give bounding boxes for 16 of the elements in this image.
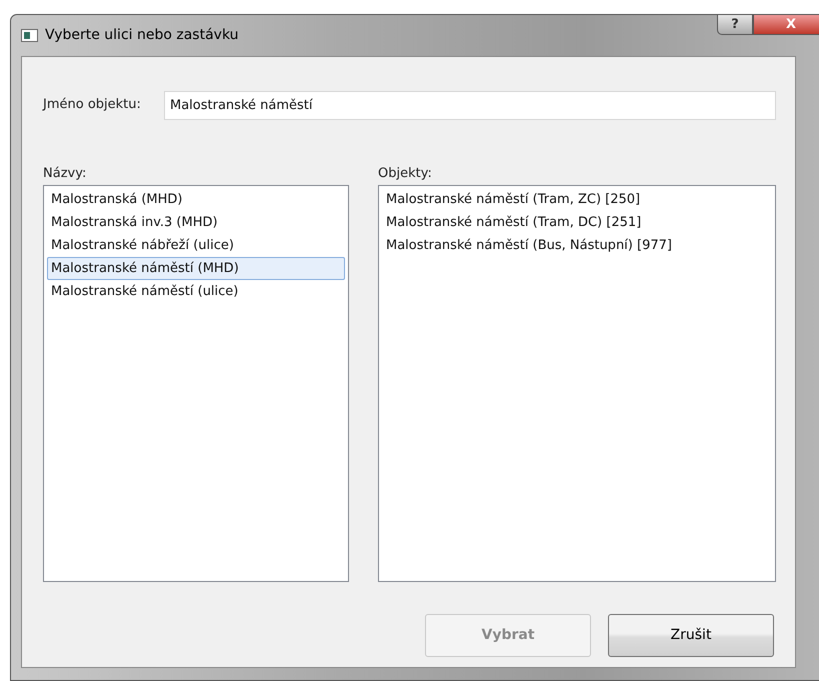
- app-icon: [21, 29, 38, 42]
- list-item[interactable]: Malostranské nábřeží (ulice): [47, 234, 345, 257]
- list-item[interactable]: Malostranská inv.3 (MHD): [47, 211, 345, 234]
- list-item[interactable]: Malostranské náměstí (Bus, Nástupní) [977]: [382, 234, 772, 257]
- list-label: Objekty:: [378, 165, 433, 182]
- window-title: Vyberte ulici nebo zastávku: [45, 26, 238, 45]
- name-input[interactable]: Malostranské náměstí: [164, 90, 776, 120]
- list-item[interactable]: Malostranské náměstí (Tram, ZC) [250]: [382, 188, 772, 211]
- list-label: Názvy:: [43, 165, 88, 182]
- list-item[interactable]: Malostranská (MHD): [47, 188, 345, 211]
- list-item[interactable]: Malostranské náměstí (MHD): [47, 257, 345, 280]
- help-button[interactable]: ?: [717, 14, 753, 35]
- dialog-button[interactable]: Zrušit: [608, 614, 774, 657]
- list-item[interactable]: Malostranské náměstí (ulice): [47, 280, 345, 303]
- list-item[interactable]: Malostranské náměstí (Tram, DC) [251]: [382, 211, 772, 234]
- field-label: Jméno objektu:: [43, 96, 142, 114]
